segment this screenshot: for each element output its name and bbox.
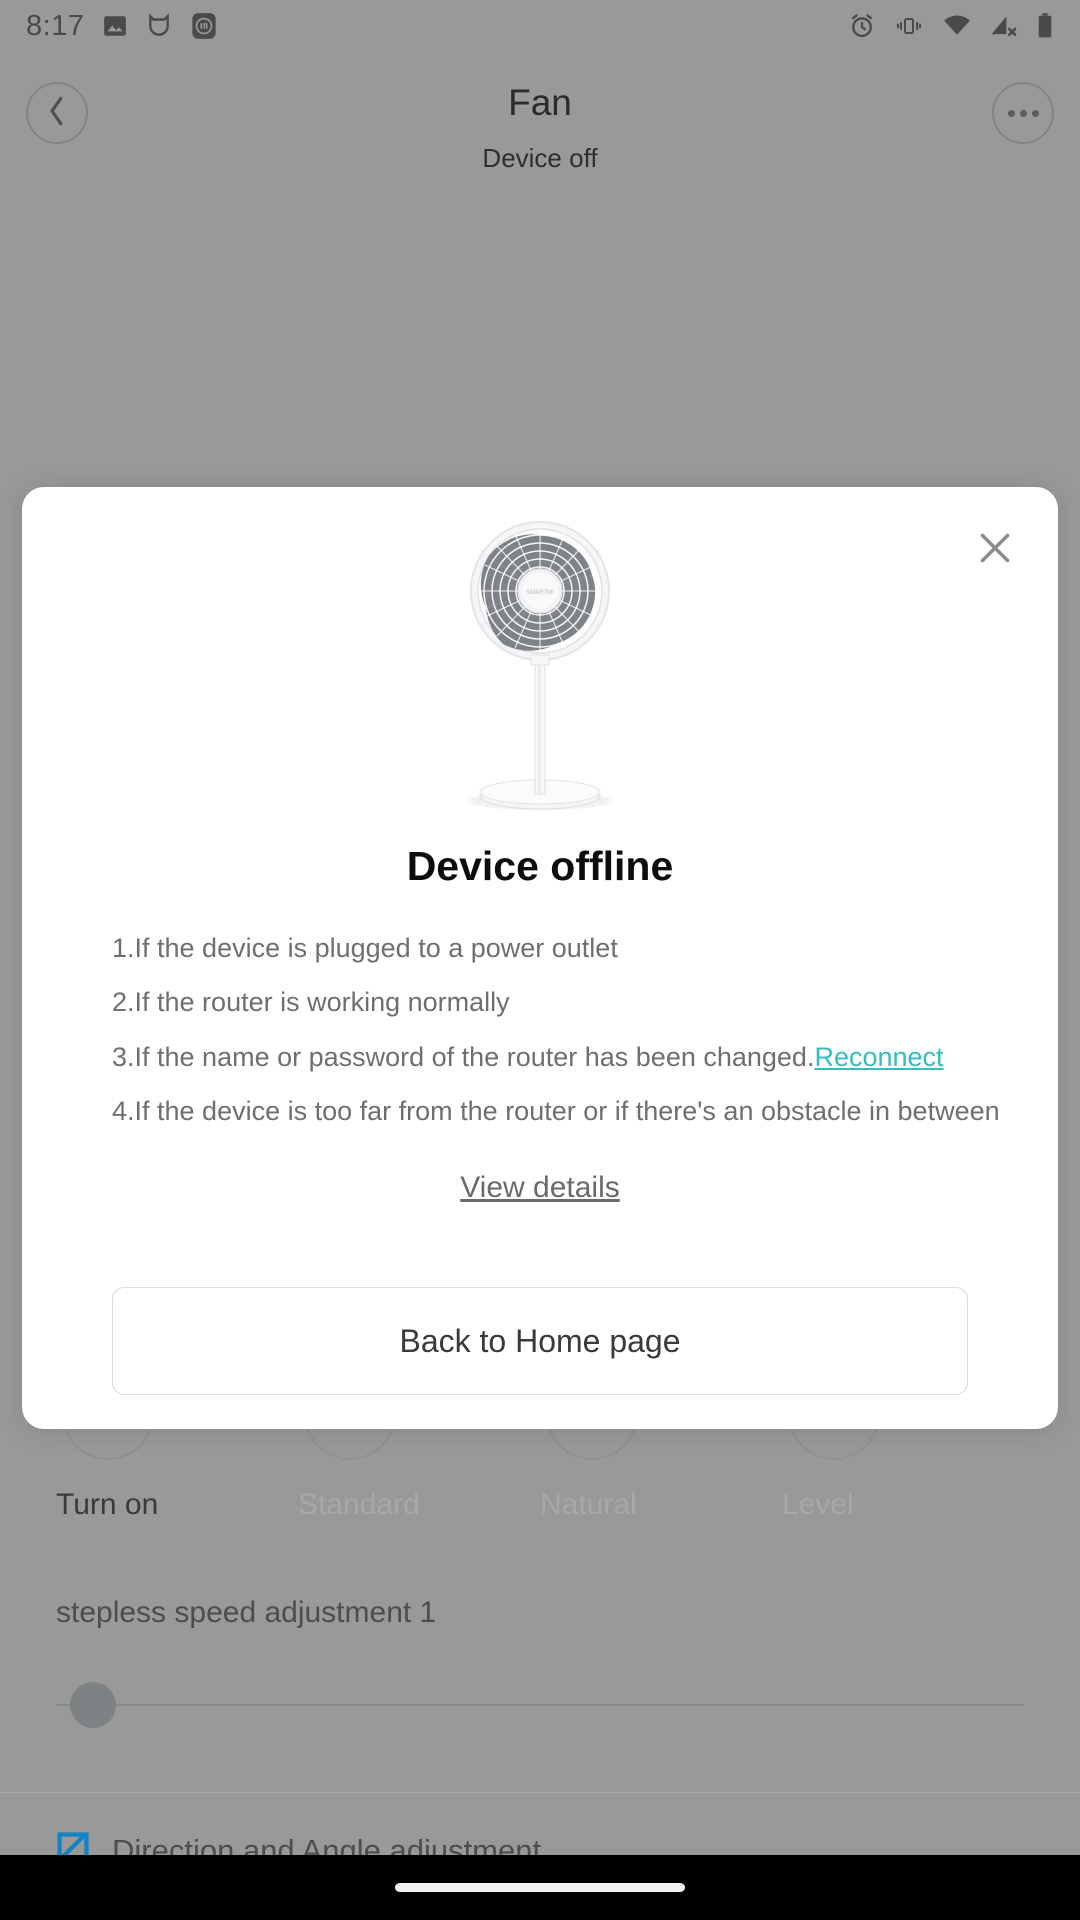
device-offline-dialog: SMARTMI Device offline 1.If the device i… (22, 487, 1058, 1430)
phone-screen: 8:17 Fan Device off Turn on Standard Nat… (0, 0, 1080, 1920)
reason-text: 3.If the name or password of the router … (112, 1041, 815, 1072)
close-button[interactable] (956, 511, 1034, 589)
list-item: 3.If the name or password of the router … (112, 1043, 968, 1071)
pedestal-fan-illustration: SMARTMI (22, 487, 1058, 817)
reason-text: 2.If the router is working normally (112, 987, 510, 1018)
navigation-bar (0, 1855, 1080, 1920)
reconnect-link[interactable]: Reconnect (814, 1042, 943, 1072)
list-item: 2.If the router is working normally (112, 988, 968, 1016)
home-indicator[interactable] (395, 1883, 685, 1892)
reason-text: 4.If the device is too far from the rout… (112, 1096, 1000, 1127)
view-details-row: View details (22, 1171, 1058, 1205)
list-item: 1.If the device is plugged to a power ou… (112, 934, 968, 962)
svg-text:SMARTMI: SMARTMI (526, 590, 554, 596)
view-details-link[interactable]: View details (460, 1171, 620, 1204)
reason-text: 1.If the device is plugged to a power ou… (112, 933, 618, 963)
back-to-home-button[interactable]: Back to Home page (112, 1287, 968, 1396)
dialog-title: Device offline (406, 843, 674, 889)
list-item: 4.If the device is too far from the rout… (112, 1097, 1000, 1125)
troubleshooting-list: 1.If the device is plugged to a power ou… (22, 890, 1058, 1125)
close-icon (975, 528, 1015, 573)
